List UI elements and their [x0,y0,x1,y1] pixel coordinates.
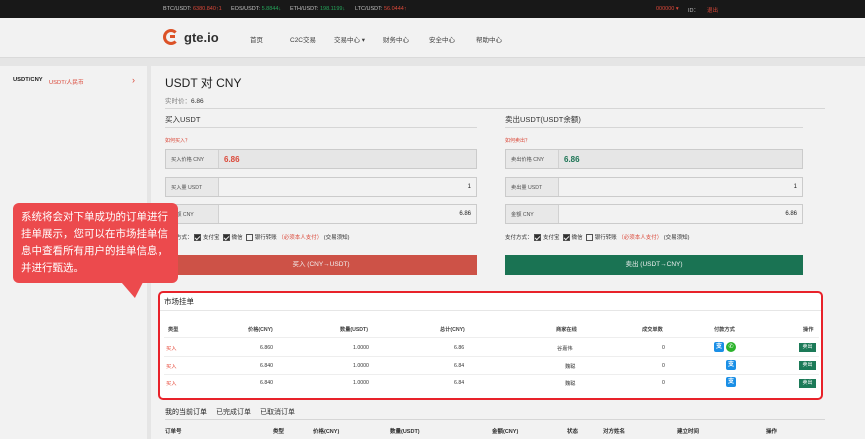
order-col-action: 操作 [766,429,778,435]
tab-cancelled-orders[interactable]: 已取消订单 [260,407,295,417]
order-col-type: 类型 [273,429,285,435]
col-header-total: 总计(CNY) [440,327,465,333]
order-col-amount: 金额(CNY) [492,429,519,435]
page-title: USDT 对 CNY [165,76,242,90]
wechat-pay-icon: ✆ [726,342,736,352]
order-col-price: 价格(CNY) [313,429,340,435]
how-to-buy-link[interactable]: 如何买入？ [165,137,190,144]
realtime-price: 实时价：6.86 [165,98,204,105]
alipay-icon: 支 [726,360,736,370]
market-orders-panel: 市场挂单 类型 价格(CNY) 数量(USDT) 总计(CNY) 商家在线 成交… [158,291,823,400]
buy-amount-input[interactable]: 金额 CNY 6.86 [165,204,477,224]
user-id-label: ID： [688,8,700,14]
buy-submit-button[interactable]: 买入 (CNY→USDT) [165,255,477,275]
order-col-created: 建立时间 [677,429,700,435]
user-menu[interactable]: 000000 ▾ [656,6,679,12]
ticker-item[interactable]: ETH/USDT: 198.1199↓ [290,6,345,12]
buy-bank-checkbox[interactable]: 银行转账 [245,234,277,242]
ticker-bar: BTC/USDT: 6380.840↑1 EOS/USDT: 5.8844↓ E… [0,0,865,18]
sell-payment-methods: 支付方式： 支付宝 微信 银行转账 （必须本人支付） (交易须知) [505,234,690,242]
sell-amount-input[interactable]: 金额 CNY 6.86 [505,204,803,224]
sell-to-order-button[interactable]: 卖出 [799,361,816,370]
market-orders-title: 市场挂单 [164,297,194,306]
col-header-merchant: 商家在线 [556,327,577,333]
divider [165,108,825,109]
col-header-action: 操作 [803,327,814,333]
logout-link[interactable]: 退出 [707,6,718,14]
buy-trade-notice-link[interactable]: (交易须知) [324,235,350,241]
sell-price-field: 卖出价格 CNY 6.86 [505,149,803,169]
buy-section-title: 买入USDT [165,115,201,124]
tab-current-orders[interactable]: 我的当前订单 [165,407,207,417]
buy-alipay-checkbox[interactable]: 支付宝 [194,234,220,242]
divider [160,310,821,311]
sell-quantity-input[interactable]: 卖出量 USDT 1 [505,177,803,197]
buy-wechat-checkbox[interactable]: 微信 [222,234,243,242]
ticker-item[interactable]: BTC/USDT: 6380.840↑1 [163,6,222,12]
order-col-counterparty: 对方姓名 [603,429,626,435]
main-navbar: gte.io 首页 C2C交易 交易中心 ▾ 财务中心 安全中心 帮助中心 [0,18,865,58]
nav-security[interactable]: 安全中心 [429,34,455,44]
chevron-right-icon: › [132,75,135,85]
sell-alipay-checkbox[interactable]: 支付宝 [534,234,560,242]
col-header-qty: 数量(USDT) [340,327,368,333]
col-header-deals: 成交单数 [642,327,663,333]
divider [165,127,477,128]
col-header-type: 类型 [168,327,179,333]
sell-submit-button[interactable]: 卖出 (USDT→CNY) [505,255,803,275]
alipay-icon: 支 [714,342,724,352]
tab-completed-orders[interactable]: 已完成订单 [216,407,251,417]
sell-bank-checkbox[interactable]: 银行转账 [585,234,617,242]
sell-trade-notice-link[interactable]: (交易须知) [664,235,690,241]
how-to-sell-link[interactable]: 如何卖出？ [505,137,530,144]
sell-wechat-checkbox[interactable]: 微信 [562,234,583,242]
nav-help[interactable]: 帮助中心 [476,34,502,44]
order-col-status: 状态 [567,429,579,435]
sidebar-item-usdt-cny[interactable]: USDT/CNY USDT/人民币 › [0,74,147,88]
col-header-price: 价格(CNY) [248,327,273,333]
buy-payment-methods: 支付方式： 支付宝 微信 银行转账 （必须本人支付） (交易须知) [165,234,350,242]
logo-icon [163,29,179,45]
nav-finance[interactable]: 财务中心 [383,34,409,44]
divider [505,127,803,128]
nav-c2c[interactable]: C2C交易 [290,34,316,44]
sell-to-order-button[interactable]: 卖出 [799,379,816,388]
nav-home[interactable]: 首页 [250,34,263,44]
ticker-item[interactable]: EOS/USDT: 5.8844↓ [231,6,281,12]
nav-trade-center[interactable]: 交易中心 ▾ [334,34,365,44]
order-col-qty: 数量(USDT) [390,429,420,435]
tutorial-callout: 系统将会对下单成功的订单进行挂单展示，您可以在市场挂单信息中查看所有用户的挂单信… [13,203,178,283]
buy-quantity-input[interactable]: 买入量 USDT 1 [165,177,477,197]
divider [165,419,825,420]
ticker-item[interactable]: LTC/USDT: 56.0444↑ [355,6,407,12]
col-header-payment: 付款方式 [714,327,735,333]
site-logo[interactable]: gte.io [163,29,219,45]
sell-to-order-button[interactable]: 卖出 [799,343,816,352]
alipay-icon: 支 [726,377,736,387]
sell-section-title: 卖出USDT(USDT余额) [505,115,581,124]
buy-price-field: 买入价格 CNY 6.86 [165,149,477,169]
order-col-id: 订单号 [165,429,182,435]
